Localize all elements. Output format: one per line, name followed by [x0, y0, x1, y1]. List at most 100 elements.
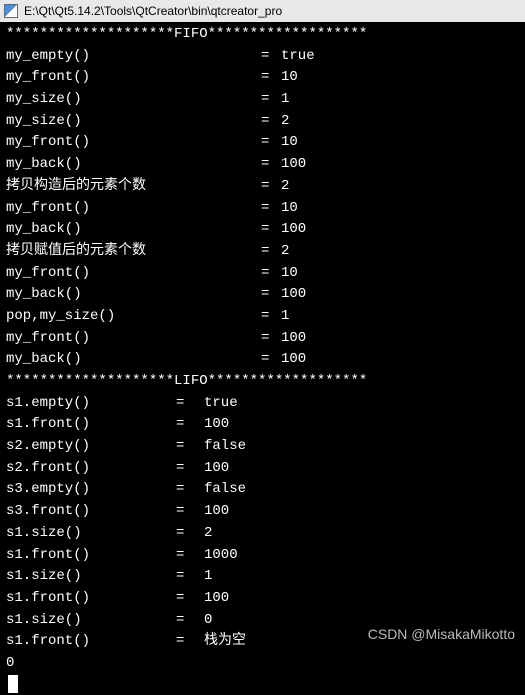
output-value: 2 — [281, 111, 289, 133]
output-row: s1.size()=1 — [6, 566, 519, 588]
output-label: my_size() — [6, 89, 261, 111]
fifo-separator: ********************FIFO****************… — [6, 24, 519, 46]
output-label: s1.size() — [6, 566, 176, 588]
output-label: my_back() — [6, 349, 261, 371]
equals-symbol: = — [261, 219, 281, 241]
equals-symbol: = — [261, 111, 281, 133]
output-row: my_size()=2 — [6, 111, 519, 133]
output-row: my_back()=100 — [6, 349, 519, 371]
output-label: s1.front() — [6, 588, 176, 610]
titlebar[interactable]: E:\Qt\Qt5.14.2\Tools\QtCreator\bin\qtcre… — [0, 0, 525, 22]
output-value: true — [204, 393, 238, 415]
trailing-output: 0 — [6, 653, 519, 675]
equals-symbol: = — [261, 46, 281, 68]
equals-symbol: = — [176, 501, 204, 523]
output-row: s1.front()=100 — [6, 414, 519, 436]
output-value: 1000 — [204, 545, 238, 567]
equals-symbol: = — [176, 479, 204, 501]
window-title: E:\Qt\Qt5.14.2\Tools\QtCreator\bin\qtcre… — [24, 4, 282, 18]
equals-symbol: = — [261, 89, 281, 111]
output-row: s1.empty()=true — [6, 393, 519, 415]
output-row: s2.empty()=false — [6, 436, 519, 458]
output-row: 拷贝赋值后的元素个数=2 — [6, 241, 519, 263]
prompt-line[interactable] — [6, 675, 519, 693]
output-value: 10 — [281, 132, 298, 154]
lifo-separator: ********************LIFO****************… — [6, 371, 519, 393]
output-label: my_front() — [6, 67, 261, 89]
output-value: 100 — [204, 414, 229, 436]
output-label: my_front() — [6, 132, 261, 154]
output-value: true — [281, 46, 315, 68]
app-icon — [4, 4, 18, 18]
output-label: s1.size() — [6, 610, 176, 632]
output-label: s3.front() — [6, 501, 176, 523]
output-row: s3.front()=100 — [6, 501, 519, 523]
output-row: my_back()=100 — [6, 154, 519, 176]
output-label: s1.front() — [6, 414, 176, 436]
equals-symbol: = — [261, 132, 281, 154]
output-label: my_back() — [6, 219, 261, 241]
equals-symbol: = — [176, 436, 204, 458]
output-row: s2.front()=100 — [6, 458, 519, 480]
cursor-icon — [8, 675, 18, 693]
output-row: s3.empty()=false — [6, 479, 519, 501]
equals-symbol: = — [176, 458, 204, 480]
output-value: 10 — [281, 67, 298, 89]
output-row: my_front()=100 — [6, 328, 519, 350]
output-value: 1 — [281, 89, 289, 111]
output-value: 10 — [281, 263, 298, 285]
output-label: s3.empty() — [6, 479, 176, 501]
equals-symbol: = — [261, 349, 281, 371]
output-row: pop,my_size()=1 — [6, 306, 519, 328]
output-row: my_front()=10 — [6, 263, 519, 285]
equals-symbol: = — [261, 328, 281, 350]
output-row: my_back()=100 — [6, 284, 519, 306]
output-label: pop,my_size() — [6, 306, 261, 328]
equals-symbol: = — [176, 393, 204, 415]
equals-symbol: = — [176, 523, 204, 545]
equals-symbol: = — [176, 566, 204, 588]
output-value: 1 — [281, 306, 289, 328]
output-value: 10 — [281, 198, 298, 220]
output-value: 100 — [281, 154, 306, 176]
output-label: s1.size() — [6, 523, 176, 545]
output-row: s1.size()=2 — [6, 523, 519, 545]
output-value: 2 — [204, 523, 212, 545]
output-value: 100 — [281, 328, 306, 350]
equals-symbol: = — [261, 263, 281, 285]
watermark-text: CSDN @MisakaMikotto — [368, 626, 515, 642]
output-value: false — [204, 436, 246, 458]
equals-symbol: = — [261, 154, 281, 176]
output-value: 100 — [281, 219, 306, 241]
output-row: my_back()=100 — [6, 219, 519, 241]
equals-symbol: = — [176, 545, 204, 567]
output-value: 0 — [204, 610, 212, 632]
equals-symbol: = — [176, 414, 204, 436]
output-label: my_front() — [6, 198, 261, 220]
output-value: 100 — [281, 284, 306, 306]
output-label: my_empty() — [6, 46, 261, 68]
output-row: s1.front()=100 — [6, 588, 519, 610]
output-row: my_front()=10 — [6, 132, 519, 154]
output-label: 拷贝构造后的元素个数 — [6, 176, 261, 198]
output-row: s1.front()=1000 — [6, 545, 519, 567]
output-label: my_back() — [6, 284, 261, 306]
output-row: my_front()=10 — [6, 198, 519, 220]
equals-symbol: = — [261, 67, 281, 89]
equals-symbol: = — [261, 241, 281, 263]
equals-symbol: = — [176, 588, 204, 610]
equals-symbol: = — [261, 306, 281, 328]
output-label: s2.front() — [6, 458, 176, 480]
output-label: s1.empty() — [6, 393, 176, 415]
output-label: s2.empty() — [6, 436, 176, 458]
output-label: 拷贝赋值后的元素个数 — [6, 241, 261, 263]
output-label: my_back() — [6, 154, 261, 176]
output-value: 1 — [204, 566, 212, 588]
equals-symbol: = — [176, 610, 204, 632]
output-row: my_front()=10 — [6, 67, 519, 89]
output-label: my_size() — [6, 111, 261, 133]
output-label: my_front() — [6, 328, 261, 350]
output-label: my_front() — [6, 263, 261, 285]
output-row: my_empty()=true — [6, 46, 519, 68]
equals-symbol: = — [261, 176, 281, 198]
